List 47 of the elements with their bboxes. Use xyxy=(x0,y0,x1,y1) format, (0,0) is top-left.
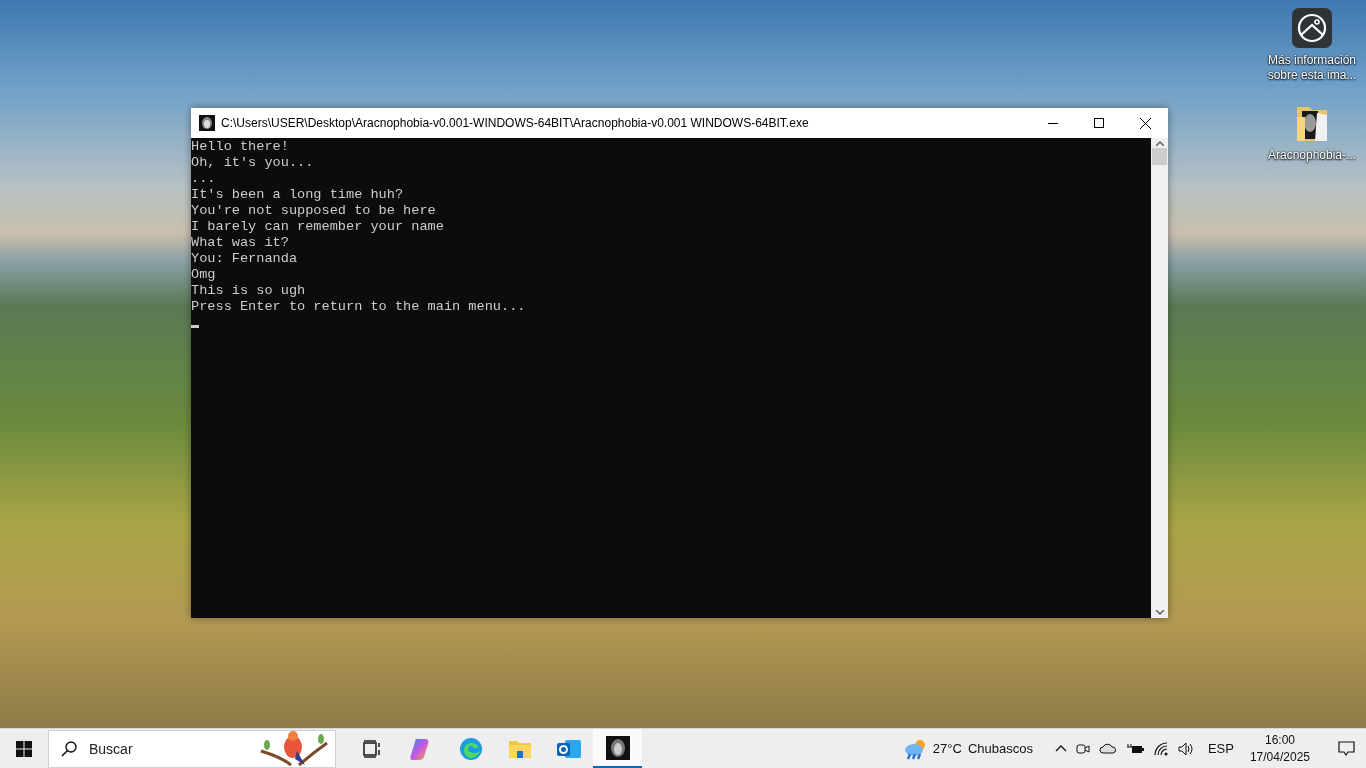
date-text: 17/04/2025 xyxy=(1249,748,1310,766)
wifi-icon[interactable] xyxy=(1152,741,1169,756)
rain-cloud-icon xyxy=(902,737,927,760)
search-icon xyxy=(61,740,77,757)
task-view-icon xyxy=(362,739,383,758)
chevron-up-icon[interactable] xyxy=(1054,745,1067,752)
icon-label: Más información sobre esta ima... xyxy=(1266,53,1358,83)
console-line: You're not supposed to be here xyxy=(191,203,437,219)
console-line: Press Enter to return to the main menu... xyxy=(191,299,527,315)
console-line: Hello there! xyxy=(191,139,290,155)
portrait-thumbnail-icon xyxy=(605,735,630,760)
speaker-icon[interactable] xyxy=(1177,741,1194,756)
windows-logo-icon xyxy=(16,740,32,757)
maximize-icon xyxy=(1094,118,1104,128)
console-line: Oh, it's you... xyxy=(191,155,315,171)
scroll-up-icon xyxy=(1155,141,1164,146)
console-line: Omg xyxy=(191,267,217,283)
cloud-icon[interactable] xyxy=(1098,743,1117,754)
mail-icon xyxy=(555,737,582,760)
portrait-thumbnail-icon xyxy=(199,115,215,131)
bird-on-branch-drawing xyxy=(259,730,329,767)
clock[interactable]: 16:00 17/04/2025 xyxy=(1249,731,1310,766)
console-line: ... xyxy=(191,171,217,187)
text-cursor xyxy=(191,325,199,328)
minimize-icon xyxy=(1048,122,1058,124)
notification-icon[interactable] xyxy=(1337,740,1355,757)
folder-icon xyxy=(507,738,532,759)
taskbar-button[interactable] xyxy=(593,729,642,768)
scroll-down-icon xyxy=(1155,610,1164,615)
console-line: You: Fernanda xyxy=(191,251,299,267)
console-line: What was it? xyxy=(191,235,290,251)
temperature-text: 27°C xyxy=(932,741,962,756)
console-line: It's been a long time huh? xyxy=(191,187,405,203)
language-indicator[interactable]: ESP xyxy=(1207,741,1234,756)
window-title: C:\Users\USER\Desktop\Aracnophobia-v0.001-WINDOWS-64BIT\Aracnophobia-v0.001 WINDOWS-64BIT.exe xyxy=(221,116,810,130)
time-text: 16:00 xyxy=(1264,731,1295,749)
weather-condition-text: Chubascos xyxy=(967,741,1033,756)
search-field[interactable]: Buscar xyxy=(87,739,211,758)
console-line: This is so ugh xyxy=(191,283,307,299)
scrollbar-thumb[interactable] xyxy=(1152,148,1167,165)
icon-label: Aracnophobia-... xyxy=(1266,148,1358,163)
browser-icon xyxy=(458,736,483,761)
console-line: I barely can remember your name xyxy=(191,219,445,235)
scrollbar[interactable] xyxy=(1151,138,1168,618)
battery-plug-icon[interactable] xyxy=(1125,742,1144,755)
weather-widget[interactable]: 27°C Chubascos xyxy=(902,737,1033,760)
close-icon xyxy=(1139,117,1151,129)
